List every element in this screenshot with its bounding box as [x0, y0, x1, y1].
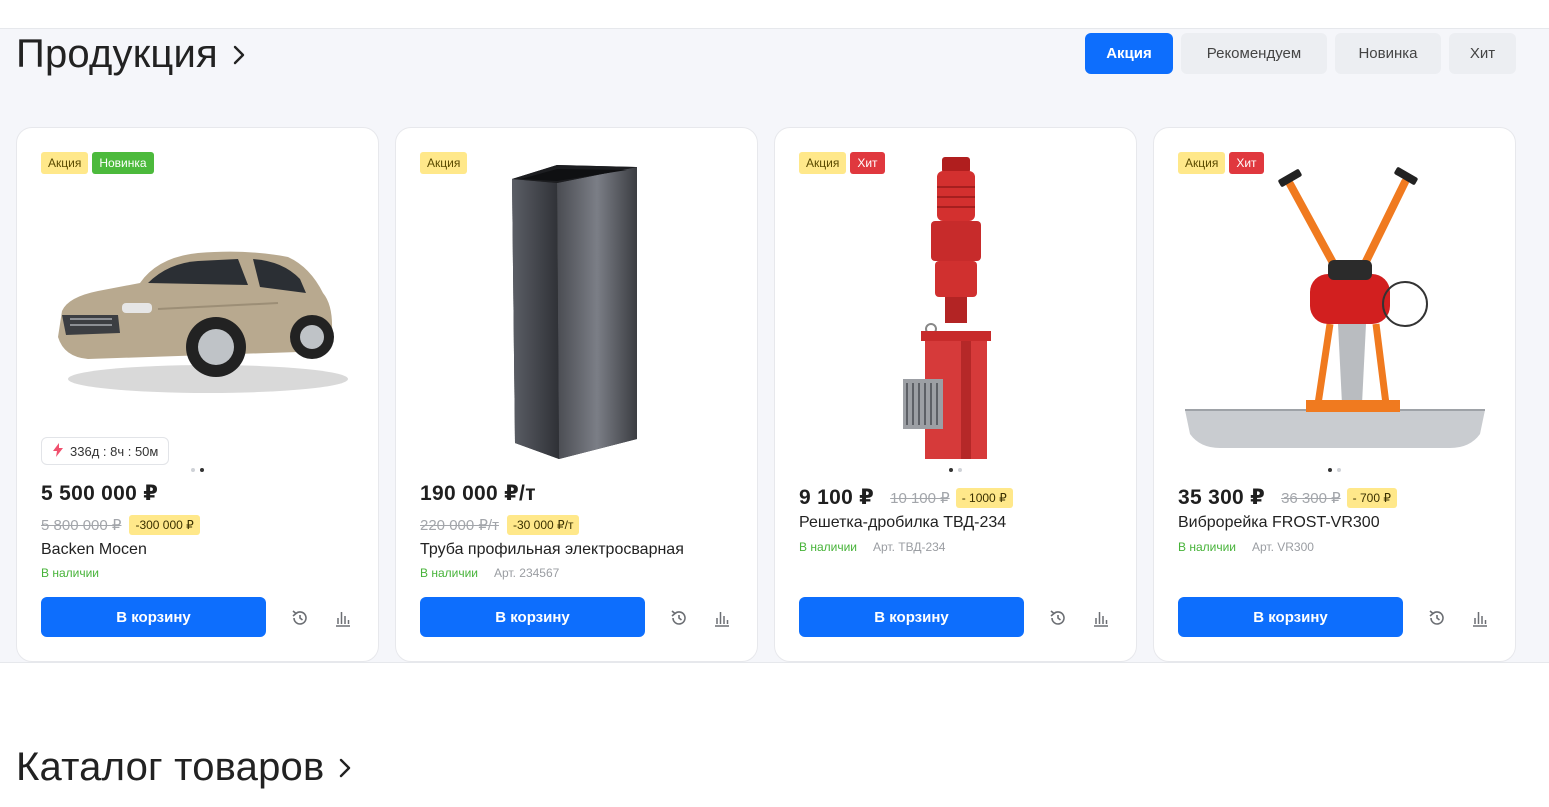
compare-chart-icon[interactable] — [332, 607, 354, 629]
image-pagination — [1154, 468, 1515, 472]
delayed-history-icon[interactable] — [1426, 607, 1448, 629]
promo-timer: 336д : 8ч : 50м — [41, 437, 170, 465]
hit-badge: Хит — [850, 152, 885, 174]
delayed-history-icon[interactable] — [289, 607, 311, 629]
product-card[interactable]: Акция Новинка 336д: 8ч: 50м 5 500 000 … — [16, 127, 379, 662]
promo-badge: Акция — [420, 152, 468, 174]
section-divider — [0, 662, 1549, 663]
pagination-dot[interactable] — [958, 468, 962, 472]
stock-status: В наличии — [420, 566, 479, 580]
product-name[interactable]: Виброрейка FROST-VR300 — [1178, 514, 1380, 532]
add-to-cart-button[interactable]: В корзину — [420, 597, 645, 637]
product-card[interactable]: Акция 190 000 ₽/т 220 000 ₽/т -30 000 ₽/… — [395, 127, 758, 662]
image-pagination — [775, 468, 1136, 472]
promo-badge: Акция — [799, 152, 847, 174]
add-to-cart-button[interactable]: В корзину — [799, 597, 1024, 637]
promo-badge: Акция — [41, 152, 89, 174]
old-price: 10 100 ₽ — [890, 489, 950, 507]
stock-status: В наличии — [799, 540, 858, 554]
product-image[interactable] — [41, 154, 355, 464]
tab-hit[interactable]: Хит — [1449, 33, 1516, 74]
hit-badge: Хит — [1229, 152, 1264, 174]
product-card[interactable]: Акция Хит 35 300 ₽ 36 300 ₽ - 700 ₽ Вибр… — [1153, 127, 1516, 662]
image-pagination — [17, 468, 378, 472]
discount-badge: - 700 ₽ — [1346, 487, 1397, 508]
filter-tabs: Акция Рекомендуем Новинка Хит — [1085, 33, 1516, 74]
tab-akciya[interactable]: Акция — [1085, 33, 1173, 74]
tab-novinka[interactable]: Новинка — [1335, 33, 1441, 74]
compare-chart-icon[interactable] — [711, 607, 733, 629]
article-number: Арт. VR300 — [1252, 540, 1314, 554]
timer-value: 336д : 8ч : 50м — [70, 443, 159, 459]
add-to-cart-button[interactable]: В корзину — [1178, 597, 1403, 637]
crusher-image — [903, 156, 991, 459]
pagination-dot[interactable] — [949, 468, 953, 472]
old-price: 36 300 ₽ — [1281, 489, 1341, 507]
pagination-dot[interactable] — [1337, 468, 1341, 472]
compare-chart-icon[interactable] — [1469, 607, 1491, 629]
products-title: Продукция — [16, 32, 218, 76]
product-image[interactable] — [1178, 154, 1492, 464]
pagination-dot[interactable] — [1328, 468, 1332, 472]
current-price: 5 500 000 ₽ — [41, 482, 159, 505]
product-name[interactable]: Backen Mocen — [41, 541, 147, 559]
pagination-dot[interactable] — [191, 468, 195, 472]
discount-badge: -300 000 ₽ — [129, 515, 200, 535]
chevron-right-icon — [338, 757, 352, 779]
catalog-title-link[interactable]: Каталог товаров — [16, 745, 352, 790]
discount-badge: - 1000 ₽ — [955, 487, 1013, 508]
pagination-dot[interactable] — [200, 468, 204, 472]
lightning-icon — [52, 442, 64, 460]
current-price: 190 000 ₽/т — [420, 482, 536, 505]
products-title-link[interactable]: Продукция — [16, 32, 246, 77]
add-to-cart-button[interactable]: В корзину — [41, 597, 266, 637]
new-badge: Новинка — [92, 152, 154, 174]
screed-image — [1185, 167, 1485, 448]
tab-rekomenduem[interactable]: Рекомендуем — [1181, 33, 1327, 74]
product-name[interactable]: Труба профильная электросварная — [420, 541, 684, 559]
chevron-right-icon — [232, 44, 246, 66]
pipe-image — [512, 165, 637, 459]
product-image[interactable] — [420, 154, 734, 464]
delayed-history-icon[interactable] — [1047, 607, 1069, 629]
article-number: Арт. ТВД-234 — [873, 540, 946, 554]
current-price: 35 300 ₽ — [1178, 486, 1266, 509]
discount-badge: -30 000 ₽/т — [506, 515, 580, 535]
product-card[interactable]: Акция Хит 9 100 ₽ 10 100 ₽ - 1000 ₽ Реше… — [774, 127, 1137, 662]
delayed-history-icon[interactable] — [668, 607, 690, 629]
catalog-title: Каталог товаров — [16, 745, 325, 789]
product-name[interactable]: Решетка-дробилка ТВД-234 — [799, 514, 1006, 532]
stock-status: В наличии — [1178, 540, 1237, 554]
old-price: 220 000 ₽/т — [420, 517, 499, 534]
compare-chart-icon[interactable] — [1090, 607, 1112, 629]
old-price: 5 800 000 ₽ — [41, 517, 122, 534]
promo-badge: Акция — [1178, 152, 1226, 174]
article-number: Арт. 234567 — [494, 566, 560, 580]
stock-status: В наличии — [41, 566, 100, 580]
current-price: 9 100 ₽ — [799, 486, 875, 509]
car-image — [58, 251, 348, 393]
product-image[interactable] — [799, 154, 1113, 464]
